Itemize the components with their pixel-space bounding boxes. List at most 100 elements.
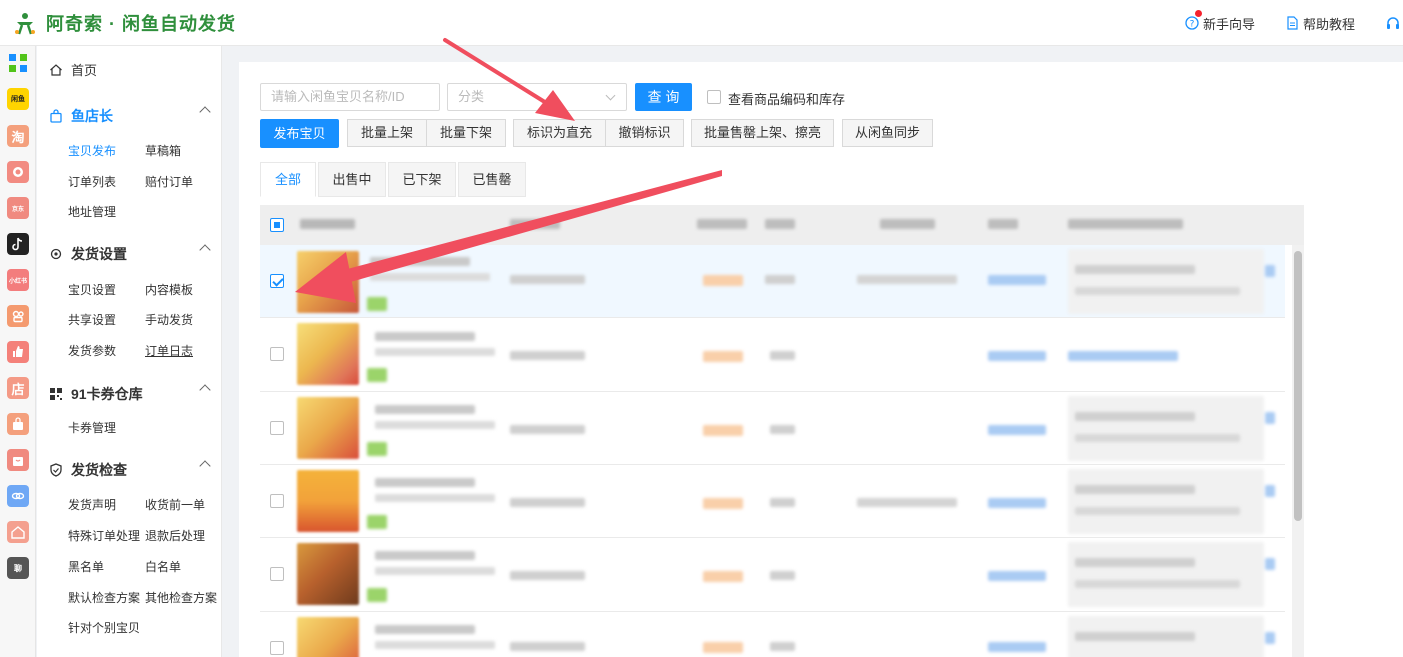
item-thumbnail[interactable] xyxy=(297,470,359,532)
sidebar-item-coupon-manage[interactable]: 卡券管理 xyxy=(68,419,116,436)
link-blurred[interactable] xyxy=(988,275,1046,285)
chevron-up-icon[interactable] xyxy=(199,244,211,256)
show-code-stock-checkbox[interactable] xyxy=(707,90,721,104)
xiaohongshu-icon[interactable]: 小红书 xyxy=(7,269,29,291)
link-blurred[interactable] xyxy=(988,425,1046,435)
sidebar-item-delivery-statement[interactable]: 发货声明 xyxy=(68,496,116,513)
row-checkbox[interactable] xyxy=(270,494,284,508)
unmark-button[interactable]: 撤销标识 xyxy=(605,119,684,147)
scrollbar-thumb[interactable] xyxy=(1294,251,1302,521)
grid-app-icon[interactable] xyxy=(7,52,29,74)
row-checkbox[interactable] xyxy=(270,421,284,435)
xianyu-badge-icon[interactable]: 闲鱼 xyxy=(7,88,29,110)
batch-on-shelf-button[interactable]: 批量上架 xyxy=(347,119,427,147)
item-thumbnail[interactable] xyxy=(297,543,359,605)
sidebar-item-special-orders[interactable]: 特殊订单处理 xyxy=(68,527,140,544)
sidebar-item-pre-receipt[interactable]: 收货前一单 xyxy=(145,496,205,513)
sidebar-item-whitelist[interactable]: 白名单 xyxy=(145,558,181,575)
edit-icon-blurred[interactable] xyxy=(1265,485,1275,497)
pinduoduo-icon[interactable] xyxy=(7,161,29,183)
tab-all[interactable]: 全部 xyxy=(260,162,316,197)
item-thumbnail[interactable] xyxy=(297,251,359,313)
category-select[interactable]: 分类 xyxy=(447,83,627,111)
sidebar-item-after-refund[interactable]: 退款后处理 xyxy=(145,527,205,544)
table-row[interactable] xyxy=(260,392,1285,465)
bag-icon[interactable] xyxy=(7,413,29,435)
sidebar-item-default-check[interactable]: 默认检查方案 xyxy=(68,589,140,606)
sidebar-item-order-log[interactable]: 订单日志 xyxy=(145,342,193,359)
item-thumbnail[interactable] xyxy=(297,617,359,657)
link-blurred[interactable] xyxy=(988,642,1046,652)
sidebar-item-drafts[interactable]: 草稿箱 xyxy=(145,142,181,159)
table-scrollbar[interactable] xyxy=(1292,245,1304,657)
chevron-up-icon[interactable] xyxy=(199,106,211,118)
batch-off-shelf-button[interactable]: 批量下架 xyxy=(426,119,506,147)
kuaishou-icon[interactable] xyxy=(7,305,29,327)
link-blurred[interactable] xyxy=(1068,351,1178,361)
batch-soldout-on-shelf-button[interactable]: 批量售罄上架、擦亮 xyxy=(691,119,834,147)
section-delivery-check[interactable]: 发货检查 xyxy=(49,460,211,480)
sidebar-item-orders[interactable]: 订单列表 xyxy=(68,173,116,190)
item-subtitle-blurred xyxy=(375,567,495,575)
taobao-icon[interactable]: 淘 xyxy=(7,125,29,147)
sidebar-item-compensation[interactable]: 赔付订单 xyxy=(145,173,193,190)
chevron-up-icon[interactable] xyxy=(199,384,211,396)
cell-blurred xyxy=(510,571,585,580)
section-yudianzhang[interactable]: 鱼店长 xyxy=(49,106,211,126)
sidebar-item-manual-delivery[interactable]: 手动发货 xyxy=(145,311,193,328)
sidebar-item-item-settings[interactable]: 宝贝设置 xyxy=(68,281,116,298)
query-button[interactable]: 查 询 xyxy=(635,83,692,111)
edit-icon-blurred[interactable] xyxy=(1265,558,1275,570)
table-row[interactable] xyxy=(260,465,1285,538)
edit-icon-blurred[interactable] xyxy=(1265,632,1275,644)
section-coupon-warehouse[interactable]: 91卡券仓库 xyxy=(49,384,211,404)
table-row[interactable] xyxy=(260,612,1285,657)
jd-icon[interactable]: 京东 xyxy=(7,197,29,219)
item-thumbnail[interactable] xyxy=(297,397,359,459)
tab-sold-out[interactable]: 已售罄 xyxy=(458,162,526,197)
link-blurred[interactable] xyxy=(988,498,1046,508)
publish-button[interactable]: 发布宝贝 xyxy=(260,119,339,148)
store-icon[interactable]: 店 xyxy=(7,377,29,399)
table-row[interactable] xyxy=(260,245,1285,318)
row-checkbox[interactable] xyxy=(270,567,284,581)
row-checkbox[interactable] xyxy=(270,347,284,361)
sidebar-item-delivery-params[interactable]: 发货参数 xyxy=(68,342,116,359)
shop-bag-icon[interactable] xyxy=(7,449,29,471)
tab-on-sale[interactable]: 出售中 xyxy=(318,162,386,197)
app-logo[interactable]: 阿奇索 · 闲鱼自动发货 xyxy=(12,10,236,36)
sidebar-item-share-settings[interactable]: 共享设置 xyxy=(68,311,116,328)
headset-icon[interactable] xyxy=(1385,15,1401,31)
sidebar-item-home[interactable]: 首页 xyxy=(49,60,97,79)
newbie-guide-link[interactable]: ? 新手向导 xyxy=(1185,9,1255,33)
chat-icon[interactable]: 聊 xyxy=(7,557,29,579)
edit-icon-blurred[interactable] xyxy=(1265,265,1275,277)
select-all-checkbox[interactable] xyxy=(270,218,284,232)
item-subtitle-blurred xyxy=(370,273,490,281)
link-blurred[interactable] xyxy=(988,351,1046,361)
edit-icon-blurred[interactable] xyxy=(1265,412,1275,424)
sidebar-item-content-template[interactable]: 内容模板 xyxy=(145,281,193,298)
section-delivery-settings[interactable]: 发货设置 xyxy=(49,244,211,264)
table-row[interactable] xyxy=(260,538,1285,612)
house-icon[interactable] xyxy=(7,521,29,543)
row-checkbox[interactable] xyxy=(270,641,284,655)
sidebar-item-other-check[interactable]: 其他检查方案 xyxy=(145,589,217,606)
sidebar-item-address[interactable]: 地址管理 xyxy=(68,203,116,220)
sidebar-item-publish[interactable]: 宝贝发布 xyxy=(68,142,116,159)
row-checkbox[interactable] xyxy=(270,274,284,288)
sync-from-xianyu-button[interactable]: 从闲鱼同步 xyxy=(842,119,933,147)
help-tutorial-link[interactable]: 帮助教程 xyxy=(1285,14,1355,33)
table-row[interactable] xyxy=(260,318,1285,392)
thumb-up-icon[interactable] xyxy=(7,341,29,363)
link-blurred[interactable] xyxy=(988,571,1046,581)
tab-off-shelf[interactable]: 已下架 xyxy=(388,162,456,197)
chevron-up-icon[interactable] xyxy=(199,460,211,472)
sidebar-item-blacklist[interactable]: 黑名单 xyxy=(68,558,104,575)
search-input[interactable]: 请输入闲鱼宝贝名称/ID xyxy=(260,83,440,111)
mark-direct-recharge-button[interactable]: 标识为直充 xyxy=(513,119,606,147)
link-icon[interactable] xyxy=(7,485,29,507)
douyin-icon[interactable] xyxy=(7,233,29,255)
sidebar-item-specific-item[interactable]: 针对个别宝贝 xyxy=(68,619,140,636)
item-thumbnail[interactable] xyxy=(297,323,359,385)
